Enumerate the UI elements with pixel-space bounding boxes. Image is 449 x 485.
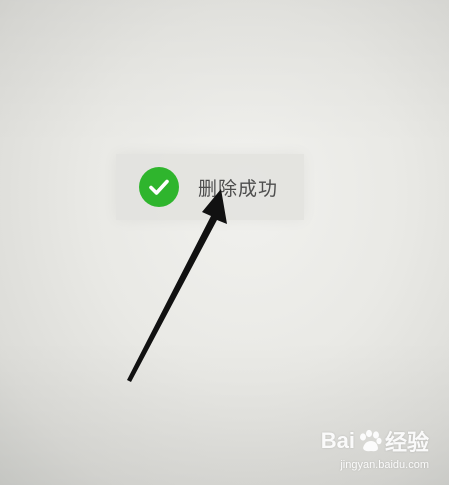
watermark-url: jingyan.baidu.com: [340, 459, 429, 471]
screen: { "toast": { "message": "删除成功", "icon": …: [0, 0, 449, 485]
watermark-brand-left: Bai: [320, 428, 355, 453]
watermark-brand-right: 经验: [384, 430, 429, 455]
pointer-arrow-icon: [127, 189, 227, 382]
paw-icon: [359, 429, 382, 452]
watermark-brand: Bai 经验: [321, 425, 429, 457]
baidu-jingyan-watermark: Bai 经验 jingyan.baidu.com: [321, 425, 429, 471]
